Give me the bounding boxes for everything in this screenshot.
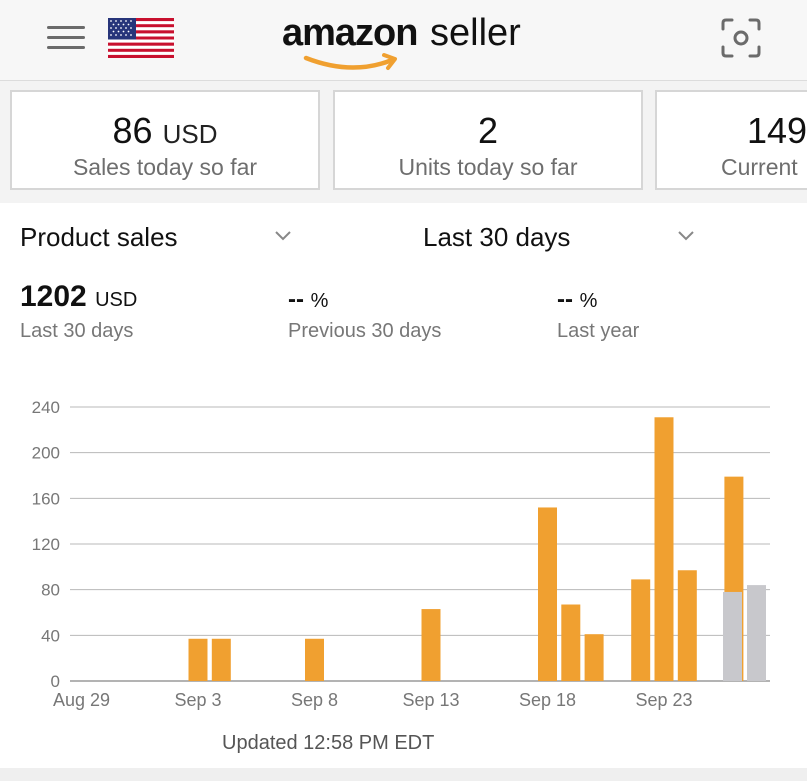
footer-divider: [0, 768, 807, 781]
total-sales-value: 1202 USD: [20, 280, 138, 313]
bar: [421, 609, 441, 681]
x-tick-label: Sep 8: [291, 690, 338, 710]
card-value: 149: [747, 110, 807, 151]
x-tick-label: Aug 29: [53, 690, 110, 710]
bar: [211, 638, 231, 681]
y-tick-label: 120: [32, 535, 60, 554]
amazon-smile-icon: [303, 53, 397, 70]
sales-bar-chart: 0 40 80 120 160 200 240 Aug 29 Sep 3 Sep 8 Sep 13 S…: [32, 398, 770, 710]
card-label: Current: [721, 154, 798, 180]
bar: [654, 417, 674, 681]
y-tick-label: 200: [32, 444, 60, 463]
bar: [561, 604, 581, 681]
y-tick-label: 240: [32, 398, 60, 417]
card-value: 86 USD: [112, 110, 218, 151]
updated-timestamp: Updated 12:58 PM EDT: [222, 732, 435, 754]
x-tick-label: Sep 3: [174, 690, 221, 710]
brand-amazon: amazon: [282, 12, 418, 54]
bar: [305, 638, 324, 681]
bar: [631, 579, 651, 681]
x-tick-label: Sep 23: [635, 690, 692, 710]
units-today-card[interactable]: 2 Units today so far: [333, 90, 643, 190]
bar: [188, 638, 208, 681]
metric-selector[interactable]: Product sales: [20, 222, 178, 253]
range-selector[interactable]: Last 30 days: [423, 222, 570, 253]
sales-today-card[interactable]: 86 USD Sales today so far: [10, 90, 320, 190]
bar: [747, 585, 766, 681]
current-card[interactable]: 149 Current: [655, 90, 807, 190]
bar: [723, 591, 742, 681]
us-flag-icon[interactable]: [108, 18, 174, 58]
total-sales-label: Last 30 days: [20, 320, 134, 342]
bar: [538, 507, 557, 681]
last-year-change-value: -- %: [557, 286, 598, 313]
previous-change-value: -- %: [288, 286, 329, 313]
x-tick-label: Sep 18: [519, 690, 576, 710]
summary-cards-strip: 86 USD Sales today so far 2 Units today …: [0, 81, 807, 203]
y-tick-label: 80: [41, 581, 60, 600]
y-tick-label: 0: [51, 672, 60, 691]
x-tick-label: Sep 13: [402, 690, 459, 710]
card-label: Sales today so far: [72, 154, 258, 180]
hamburger-menu-icon[interactable]: [47, 24, 85, 52]
brand-seller: seller: [430, 12, 521, 54]
y-tick-label: 40: [41, 626, 60, 645]
card-label: Units today so far: [398, 154, 578, 180]
camera-scan-icon[interactable]: [720, 17, 762, 59]
chevron-down-icon[interactable]: [274, 230, 292, 242]
bar: [677, 570, 697, 681]
app-header: amazon seller: [0, 0, 807, 81]
amazon-seller-logo: amazon seller: [282, 8, 542, 70]
bar: [584, 634, 604, 681]
y-tick-label: 160: [32, 489, 60, 508]
card-value: 2: [477, 110, 499, 151]
chevron-down-icon[interactable]: [677, 230, 695, 242]
last-year-change-label: Last year: [557, 320, 640, 342]
previous-change-label: Previous 30 days: [288, 320, 442, 342]
